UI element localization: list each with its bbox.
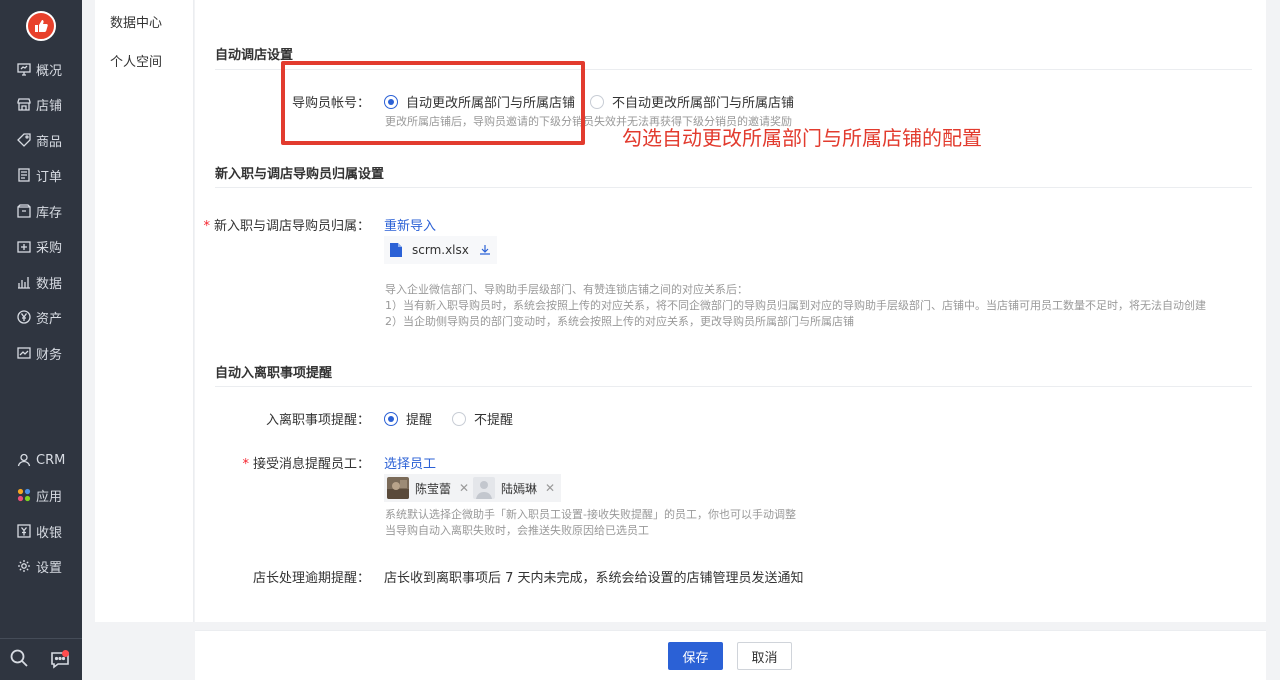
- file-name: scrm.xlsx: [412, 243, 469, 257]
- nav-item-orders[interactable]: 订单: [0, 160, 82, 190]
- close-icon[interactable]: ✕: [459, 481, 469, 495]
- attribution-label: * 新入职与调店导购员归属：: [203, 219, 370, 234]
- staff-tag: 陈莹蕾 ✕: [384, 474, 476, 502]
- staff-name: 陈莹蕾: [415, 481, 452, 496]
- monitor-icon: [16, 61, 32, 77]
- submenu-item-personal-space[interactable]: 个人空间: [110, 51, 162, 70]
- radio-label: 不自动更改所属部门与所属店铺: [612, 96, 795, 111]
- radio-label: 不提醒: [474, 413, 514, 428]
- section-title-attribution: 新入职与调店导购员归属设置: [215, 167, 385, 182]
- radio-no-remind[interactable]: 不提醒: [452, 409, 513, 428]
- reimport-link[interactable]: 重新导入: [384, 215, 436, 234]
- nav-item-purchase[interactable]: 采购: [0, 231, 82, 261]
- radio-unchecked-icon: [590, 94, 604, 109]
- order-icon: [16, 167, 32, 183]
- nav-item-label: 店铺: [36, 98, 63, 114]
- nav-item-label: 资产: [36, 311, 63, 327]
- radio-unchecked-icon: [452, 411, 466, 426]
- nav-item-settings[interactable]: 设置: [0, 551, 82, 581]
- radio-checked-icon: [384, 411, 398, 426]
- submenu-item-data-center[interactable]: 数据中心: [110, 12, 162, 31]
- nav-item-label: 应用: [36, 489, 63, 505]
- nav-item-label: 商品: [36, 134, 63, 150]
- overdue-label: 店长处理逾期提醒：: [252, 571, 370, 586]
- radio-no-auto-change[interactable]: 不自动更改所属部门与所属店铺: [590, 92, 794, 111]
- divider: [215, 187, 1252, 188]
- nav-item-cashier[interactable]: 收银: [0, 516, 82, 546]
- nav-item-label: 财务: [36, 347, 63, 363]
- nav-item-goods[interactable]: 商品: [0, 125, 82, 155]
- unread-dot: [61, 649, 69, 657]
- staff-tag: 陆嫣琳 ✕: [470, 474, 562, 502]
- nav-item-apps[interactable]: 应用: [0, 480, 82, 510]
- chart-icon: [16, 274, 32, 290]
- finance-icon: [16, 345, 32, 361]
- nav-item-inventory[interactable]: 库存: [0, 196, 82, 226]
- store-icon: [16, 96, 32, 112]
- main-sidebar: 概况 店铺 商品 订单 库存 采购 数据 资产 财务 CRM 应用 收银 设置: [0, 0, 82, 680]
- cashier-icon: [16, 523, 32, 539]
- annotation-text: 勾选自动更改所属部门与所属店铺的配置: [622, 126, 982, 150]
- uploaded-file: scrm.xlsx: [384, 236, 497, 264]
- action-footer: 保存 取消: [195, 630, 1266, 680]
- radio-remind[interactable]: 提醒: [384, 409, 432, 428]
- nav-item-finance[interactable]: 财务: [0, 338, 82, 368]
- nav-item-overview[interactable]: 概况: [0, 54, 82, 84]
- overdue-text: 店长收到离职事项后 7 天内未完成，系统会给设置的店铺管理员发送通知: [384, 571, 804, 586]
- cancel-button[interactable]: 取消: [737, 642, 792, 670]
- tag-icon: [16, 132, 32, 148]
- nav-item-label: 采购: [36, 240, 63, 256]
- thumbs-up-logo-icon[interactable]: [26, 11, 56, 41]
- search-icon[interactable]: [9, 648, 29, 672]
- required-mark: *: [242, 457, 249, 472]
- nav-item-assets[interactable]: 资产: [0, 302, 82, 332]
- sidebar-footer: [0, 638, 82, 680]
- nav-item-crm[interactable]: CRM: [0, 445, 82, 475]
- nav-item-label: 订单: [36, 169, 63, 185]
- secondary-menu: 数据中心 个人空间: [95, 0, 194, 622]
- nav-item-label: 收银: [36, 525, 63, 541]
- attribution-hint-1: 导入企业微信部门、导购助手层级部门、有赞连锁店铺之间的对应关系后：: [385, 283, 748, 296]
- nav-item-label: 概况: [36, 63, 63, 79]
- yen-icon: [16, 309, 32, 325]
- receiver-hint-1: 系统默认选择企微助手「新入职员工设置-接收失败提醒」的员工，你也可以手动调整: [385, 508, 796, 521]
- nav-item-label: CRM: [36, 452, 66, 468]
- attribution-hint-2: 1）当有新入职导购员时，系统会按照上传的对应关系，将不同企微部门的导购员归属到对…: [385, 299, 1206, 312]
- nav-item-label: 数据: [36, 276, 63, 292]
- purchase-icon: [16, 238, 32, 254]
- staff-name: 陆嫣琳: [501, 481, 538, 496]
- user-icon: [16, 452, 32, 468]
- required-mark: *: [203, 219, 210, 234]
- reminder-label: 入离职事项提醒：: [265, 413, 370, 428]
- section-title-reminder: 自动入离职事项提醒: [215, 366, 333, 381]
- annotation-highlight-box: [281, 61, 585, 145]
- receiver-hint-2: 当导购自动入离职失败时，会推送失败原因给已选员工: [385, 524, 649, 537]
- select-staff-link[interactable]: 选择员工: [384, 453, 436, 472]
- nav-item-store[interactable]: 店铺: [0, 89, 82, 119]
- message-icon[interactable]: [46, 646, 74, 674]
- nav-item-label: 库存: [36, 205, 63, 221]
- avatar: [387, 477, 409, 499]
- attribution-hint-3: 2）当企助侧导购员的部门变动时，系统会按照上传的对应关系，更改导购员所属部门与所…: [385, 315, 854, 328]
- file-icon: [390, 243, 402, 257]
- download-icon[interactable]: [479, 244, 491, 256]
- divider: [215, 386, 1252, 387]
- nav-item-data[interactable]: 数据: [0, 267, 82, 297]
- gear-icon: [16, 558, 32, 574]
- avatar: [473, 477, 495, 499]
- save-button[interactable]: 保存: [668, 642, 723, 670]
- nav-item-label: 设置: [36, 560, 63, 576]
- receiver-label: * 接受消息提醒员工：: [242, 457, 370, 472]
- radio-label: 提醒: [406, 413, 433, 428]
- apps-icon: [16, 487, 32, 503]
- close-icon[interactable]: ✕: [545, 481, 555, 495]
- inventory-icon: [16, 203, 32, 219]
